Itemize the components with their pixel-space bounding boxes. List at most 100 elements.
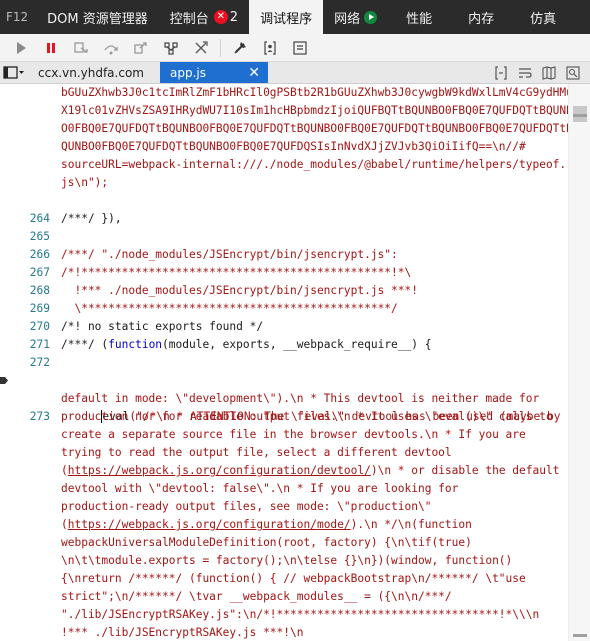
current-line-arrow-icon — [0, 377, 8, 384]
code-line: production nor for readable output files… — [61, 408, 565, 426]
tab-debugger[interactable]: 调试程序 — [249, 0, 324, 34]
code-text: /*!*************************************… — [61, 266, 412, 279]
code-line: bGUuZXhwb3J0c1tcImRlZmF1bHRcIl0gPSBtb2R1… — [61, 84, 573, 102]
file-tab-app-js-label: app.js — [170, 65, 206, 80]
line-number[interactable]: 269 — [0, 300, 50, 318]
tab-memory[interactable]: 内存 — [450, 0, 512, 34]
code-line: strict";\n/******/ \tvar __webpack_modul… — [61, 588, 565, 606]
error-count: 2 — [229, 9, 239, 25]
find-references-icon[interactable] — [564, 64, 582, 82]
code-text: QUNBO0FBQ0E7QUFDQTtBQUNBO0FBQ0E7QUFDQSIs… — [61, 140, 526, 153]
code-string: !*** ./lib/JSEncryptRSAKey.js ***!\n — [61, 626, 304, 639]
code-text: /***/ }), — [61, 212, 122, 225]
code-text: /***/ "./node_modules/JSEncrypt/bin/jsen… — [61, 248, 398, 261]
code-string: ( — [61, 518, 68, 531]
code-string: ( — [61, 464, 68, 477]
code-text: O0FBQ0E7QUFDQTtBQUNBO0FBQ0E7QUFDQTtBQUNB… — [61, 122, 573, 135]
pretty-print-icon[interactable] — [285, 37, 315, 59]
file-tab-ccx[interactable]: ccx.vn.yhdfa.com — [28, 62, 160, 83]
code-text: \***************************************… — [61, 302, 398, 315]
code-line: \n\t\tmodule.exports = factory();\n\tels… — [61, 552, 565, 570]
code-string: production nor for readable output files… — [61, 410, 553, 423]
code-line: 272 — [30, 354, 565, 372]
tab-dom-explorer[interactable]: DOM 资源管理器 — [36, 0, 159, 34]
code-keyword: function — [108, 338, 163, 351]
step-over-icon[interactable] — [96, 37, 126, 59]
tab-console[interactable]: 控制台 ✕ 2 — [159, 0, 249, 34]
code-string: create a separate source file in the bro… — [61, 428, 526, 441]
line-number[interactable]: 266 — [0, 246, 50, 264]
line-number[interactable]: 270 — [0, 318, 50, 336]
code-line: 266/***/ "./node_modules/JSEncrypt/bin/j… — [30, 246, 565, 264]
line-number[interactable]: 272 — [0, 354, 50, 372]
recording-icon — [364, 10, 378, 24]
code-line: 265 — [30, 228, 565, 246]
tab-network[interactable]: 网络 — [323, 0, 388, 34]
code-line: QUNBO0FBQ0E7QUFDQTtBQUNBO0FBQ0E7QUFDQSIs… — [61, 138, 565, 156]
toolbar-divider — [220, 38, 221, 57]
tab-emulation[interactable]: 仿真 — [512, 0, 574, 34]
code-string: ).\n */\n(function — [350, 518, 472, 531]
code-lines: bGUuZXhwb3J0c1tcImRlZmF1bHRcIl0gPSBtb2R1… — [0, 84, 573, 641]
exception-behavior-icon[interactable] — [186, 37, 216, 59]
line-number[interactable]: 267 — [0, 264, 50, 282]
just-my-code-icon[interactable] — [255, 37, 285, 59]
code-line: 268 !*** ./node_modules/JSEncrypt/bin/js… — [30, 282, 565, 300]
code-line: production-ready output files, see mode:… — [61, 498, 565, 516]
code-line: webpackUniversalModuleDefinition(root, f… — [61, 534, 565, 552]
vertical-scrollbar[interactable] — [568, 84, 590, 641]
code-text: /***/ ( — [61, 338, 109, 351]
code-line: X19lc01vZHVsZSA9IHRydWU7I10sIm1hcHBpbmdz… — [61, 102, 573, 120]
line-number[interactable]: 271 — [0, 336, 50, 354]
line-number[interactable]: 264 — [0, 210, 50, 228]
code-line: (https://webpack.js.org/configuration/mo… — [61, 516, 565, 534]
code-text: bGUuZXhwb3J0c1tcImRlZmF1bHRcIl0gPSBtb2R1… — [61, 86, 573, 99]
error-icon: ✕ — [213, 10, 228, 24]
code-link[interactable]: https://webpack.js.org/configuration/dev… — [68, 464, 371, 477]
code-line: create a separate source file in the bro… — [61, 426, 565, 444]
line-number[interactable]: 273 — [0, 408, 50, 426]
code-string: default in mode: \"development\").\n * T… — [61, 392, 540, 405]
source-map-icon[interactable] — [540, 64, 558, 82]
code-string: "./lib/JSEncryptRSAKey.js":\n/*!********… — [61, 608, 540, 621]
code-string: webpackUniversalModuleDefinition(root, f… — [61, 536, 472, 549]
tab-performance[interactable]: 性能 — [388, 0, 450, 34]
scrollbar-marker — [573, 634, 587, 637]
file-actions — [492, 62, 590, 83]
step-into-icon[interactable] — [66, 37, 96, 59]
code-text: js\n"); — [61, 176, 109, 189]
code-line: 271/***/ (function(module, exports, __we… — [30, 336, 565, 354]
code-text: sourceURL=webpack-internal:///./node_mod… — [61, 158, 567, 171]
word-wrap-icon[interactable] — [516, 64, 534, 82]
code-line: (https://webpack.js.org/configuration/de… — [61, 462, 565, 480]
code-line: sourceURL=webpack-internal:///./node_mod… — [61, 156, 567, 174]
code-line: 269 \***********************************… — [30, 300, 565, 318]
line-number[interactable]: 268 — [0, 282, 50, 300]
code-line: O0FBQ0E7QUFDQTtBQUNBO0FBQ0E7QUFDQTtBQUNB… — [61, 120, 573, 138]
code-line: 270/*! no static exports found */ — [30, 318, 565, 336]
code-line: devtool with \"devtool: false\".\n * If … — [61, 480, 565, 498]
debug-toolbar — [0, 34, 590, 62]
continue-icon[interactable] — [6, 37, 36, 59]
code-text: (module, exports, __webpack_require__) { — [162, 338, 432, 351]
disable-breakpoints-icon[interactable] — [225, 37, 255, 59]
step-out-icon[interactable] — [126, 37, 156, 59]
file-tab-app-js[interactable]: app.js ✕ — [160, 62, 268, 83]
code-link[interactable]: https://webpack.js.org/configuration/mod… — [68, 518, 351, 531]
code-line: default in mode: \"development\").\n * T… — [61, 390, 565, 408]
devtools-tab-bar: F12 DOM 资源管理器 控制台 ✕ 2 调试程序 网络 性能 内存 仿真 — [0, 0, 590, 34]
code-string: production-ready output files, see mode:… — [61, 500, 432, 513]
line-number[interactable]: 265 — [0, 228, 50, 246]
code-line: 264/***/ }), — [30, 210, 565, 228]
code-editor[interactable]: bGUuZXhwb3J0c1tcImRlZmF1bHRcIl0gPSBtb2R1… — [0, 84, 590, 641]
code-string: \n\t\tmodule.exports = factory();\n\tels… — [61, 554, 513, 567]
close-icon[interactable]: ✕ — [248, 66, 260, 80]
code-string: devtool with \"devtool: false\".\n * If … — [61, 482, 459, 495]
scrollbar-marker — [573, 114, 587, 117]
code-text: !*** ./node_modules/JSEncrypt/bin/jsencr… — [61, 284, 418, 297]
code-text: X19lc01vZHVsZSA9IHRydWU7I10sIm1hcHBpbmdz… — [61, 104, 573, 117]
format-code-icon[interactable] — [492, 64, 510, 82]
toggle-sidebar-icon[interactable] — [0, 62, 28, 83]
break-on-new-worker-icon[interactable] — [156, 37, 186, 59]
pause-icon[interactable] — [36, 37, 66, 59]
